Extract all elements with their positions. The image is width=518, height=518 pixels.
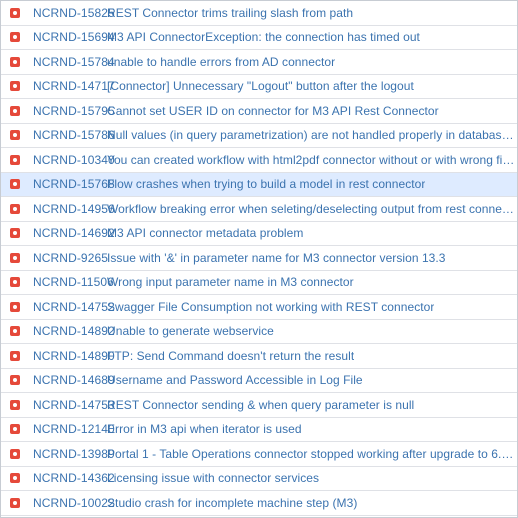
issue-key-link[interactable]: NCRND-13989 — [33, 447, 115, 461]
bug-icon — [10, 56, 20, 67]
issue-row[interactable]: NCRND-15784 unable to handle errors from… — [1, 50, 517, 75]
issue-key-link[interactable]: NCRND-14752 — [33, 300, 115, 314]
bug-icon — [10, 105, 20, 116]
issue-key-link[interactable]: NCRND-9265 — [33, 251, 108, 265]
issue-key-link[interactable]: NCRND-14890 — [33, 349, 115, 363]
issue-row[interactable]: NCRND-15694 M3 API ConnectorException: t… — [1, 26, 517, 50]
issue-row[interactable]: NCRND-10022 Studio crash for incomplete … — [1, 491, 517, 516]
bug-icon — [10, 252, 20, 263]
issue-summary-link[interactable]: Null values (in query parametrization) a… — [107, 128, 517, 142]
bug-icon — [10, 448, 20, 459]
bug-icon — [10, 130, 20, 141]
issue-summary-link[interactable]: Flow crashes when trying to build a mode… — [107, 177, 425, 191]
issue-key-link[interactable]: NCRND-15786 — [33, 128, 115, 142]
issue-key-link[interactable]: NCRND-15795 — [33, 104, 115, 118]
issue-row[interactable]: NCRND-14752 Swagger File Consumption not… — [1, 295, 517, 320]
issue-summary-link[interactable]: Studio crash for incomplete machine step… — [107, 496, 357, 510]
bug-icon — [10, 154, 20, 165]
bug-icon — [10, 277, 20, 288]
issue-summary-link[interactable]: [Connector] Unnecessary "Logout" button … — [107, 79, 414, 93]
issue-row[interactable]: NCRND-12140 Error in M3 api when iterato… — [1, 418, 517, 442]
bug-icon — [10, 399, 20, 410]
issue-summary-link[interactable]: M3 API ConnectorException: the connectio… — [107, 30, 420, 44]
bug-icon — [10, 228, 20, 239]
issue-summary-link[interactable]: Workflow breaking error when seleting/de… — [107, 202, 517, 216]
issue-row[interactable]: NCRND-14362 Licensing issue with connect… — [1, 467, 517, 491]
bug-icon — [10, 473, 20, 484]
issue-summary-link[interactable]: Cannot set USER ID on connector for M3 A… — [107, 104, 439, 118]
issue-summary-link[interactable]: REST Connector trims trailing slash from… — [107, 6, 353, 20]
bug-icon — [10, 203, 20, 214]
issue-list-panel: NCRND-15825 REST Connector trims trailin… — [0, 0, 518, 518]
issue-row[interactable]: NCRND-15795 Cannot set USER ID on connec… — [1, 99, 517, 124]
bug-icon — [10, 326, 20, 337]
issue-summary-link[interactable]: Portal 1 - Table Operations connector st… — [107, 447, 517, 461]
issue-summary-link[interactable]: Swagger File Consumption not working wit… — [107, 300, 434, 314]
issue-key-link[interactable]: NCRND-12140 — [33, 422, 115, 436]
bug-icon — [10, 7, 20, 18]
issue-row[interactable]: NCRND-11506 Wrong input parameter name i… — [1, 271, 517, 295]
issue-summary-link[interactable]: You can created workflow with html2pdf c… — [107, 153, 517, 167]
issue-row[interactable]: NCRND-14717 [Connector] Unnecessary "Log… — [1, 75, 517, 99]
issue-key-link[interactable]: NCRND-14717 — [33, 79, 115, 93]
issue-summary-link[interactable]: unable to handle errors from AD connecto… — [107, 55, 335, 69]
bug-icon — [10, 424, 20, 435]
bug-icon — [10, 301, 20, 312]
issue-key-link[interactable]: NCRND-10022 — [33, 496, 115, 510]
issue-summary-link[interactable]: REST Connector sending & when query para… — [107, 398, 414, 412]
issue-row[interactable]: NCRND-14890 FTP: Send Command doesn't re… — [1, 344, 517, 369]
issue-summary-link[interactable]: Licensing issue with connector services — [107, 471, 319, 485]
issue-row-selected[interactable]: NCRND-15768 Flow crashes when trying to … — [1, 172, 517, 197]
issue-summary-link[interactable]: FTP: Send Command doesn't return the res… — [107, 349, 354, 363]
issue-key-link[interactable]: NCRND-15825 — [33, 6, 115, 20]
issue-row[interactable]: NCRND-14753 REST Connector sending & whe… — [1, 393, 517, 418]
issue-row[interactable]: NCRND-14892 Unable to generate webservic… — [1, 320, 517, 344]
bug-icon — [10, 375, 20, 386]
issue-summary-link[interactable]: M3 API connector metadata problem — [107, 226, 303, 240]
issue-key-link[interactable]: NCRND-15694 — [33, 30, 115, 44]
issue-row[interactable]: NCRND-15825 REST Connector trims trailin… — [1, 1, 517, 26]
issue-key-link[interactable]: NCRND-14689 — [33, 373, 115, 387]
issue-row[interactable]: NCRND-13989 Portal 1 - Table Operations … — [1, 442, 517, 467]
issue-summary-link[interactable]: Error in M3 api when iterator is used — [107, 422, 302, 436]
bug-icon — [10, 81, 20, 92]
issue-key-link[interactable]: NCRND-14753 — [33, 398, 115, 412]
issue-row[interactable]: NCRND-14956 Workflow breaking error when… — [1, 197, 517, 222]
issue-row[interactable]: NCRND-14689 Username and Password Access… — [1, 369, 517, 393]
issue-key-link[interactable]: NCRND-14892 — [33, 324, 115, 338]
issue-key-link[interactable]: NCRND-11506 — [33, 275, 114, 289]
issue-key-link[interactable]: NCRND-14362 — [33, 471, 115, 485]
issue-summary-link[interactable]: Unable to generate webservice — [107, 324, 274, 338]
bug-icon — [10, 32, 20, 43]
issue-key-link[interactable]: NCRND-15784 — [33, 55, 115, 69]
issue-summary-link[interactable]: Username and Password Accessible in Log … — [107, 373, 363, 387]
issue-key-link[interactable]: NCRND-14692 — [33, 226, 115, 240]
issue-list: NCRND-15825 REST Connector trims trailin… — [1, 1, 517, 516]
bug-icon — [10, 497, 20, 508]
bug-icon — [10, 179, 20, 190]
issue-key-link[interactable]: NCRND-14956 — [33, 202, 115, 216]
issue-key-link[interactable]: NCRND-10340 — [33, 153, 115, 167]
issue-key-link[interactable]: NCRND-15768 — [33, 177, 115, 191]
issue-summary-link[interactable]: Issue with '&' in parameter name for M3 … — [107, 251, 446, 265]
bug-icon — [10, 350, 20, 361]
issue-row[interactable]: NCRND-10340 You can created workflow wit… — [1, 148, 517, 173]
issue-summary-link[interactable]: Wrong input parameter name in M3 connect… — [107, 275, 354, 289]
issue-row[interactable]: NCRND-9265 Issue with '&' in parameter n… — [1, 246, 517, 271]
issue-row[interactable]: NCRND-14692 M3 API connector metadata pr… — [1, 222, 517, 246]
issue-row[interactable]: NCRND-15786 Null values (in query parame… — [1, 124, 517, 148]
